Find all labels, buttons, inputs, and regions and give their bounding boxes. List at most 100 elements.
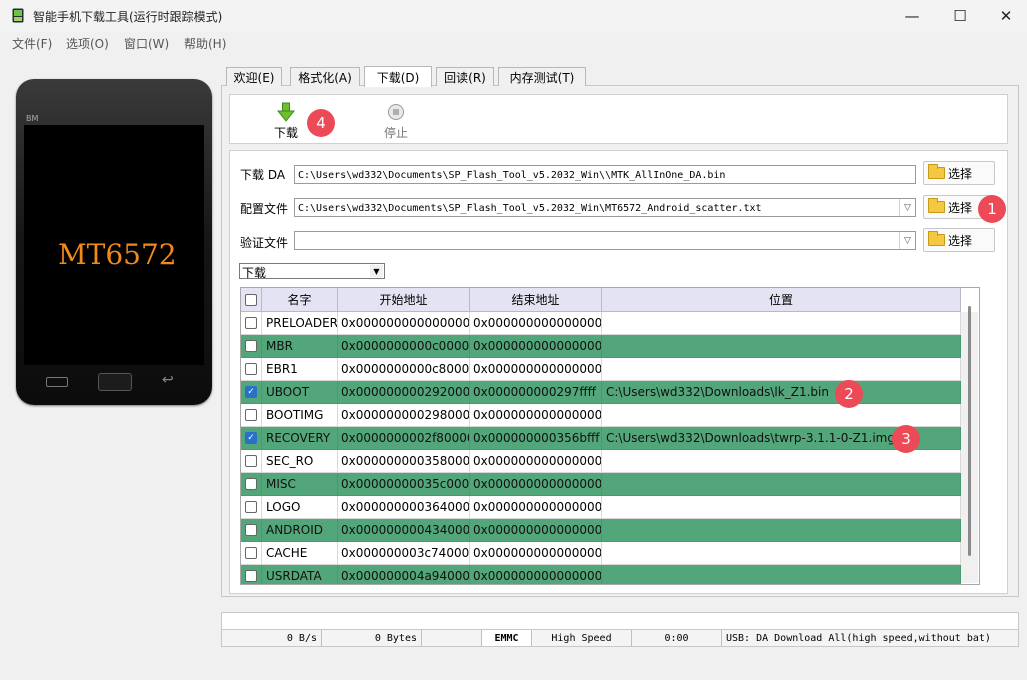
row-checkbox[interactable] [245,570,257,582]
row-checkbox-cell[interactable] [241,358,262,381]
row-checkbox[interactable] [245,340,257,352]
status-bytes: 0 Bytes [322,630,422,646]
download-arrow-icon [276,102,296,125]
cell-end: 0x0000000000000000 [470,519,602,542]
cell-start: 0x000000003c740000 [338,542,470,565]
table-row[interactable]: SEC_RO 0x0000000003580000 0x00000000000000… [241,450,961,473]
cell-location [602,358,961,381]
row-checkbox[interactable] [245,524,257,536]
auth-path-combo[interactable] [294,231,916,250]
title-bar: 智能手机下载工具(运行时跟踪模式) — ☐ ✕ [0,0,1027,32]
header-start-address[interactable]: 开始地址 [338,288,470,312]
cell-location [602,519,961,542]
header-select-all[interactable] [241,288,262,312]
close-button[interactable]: ✕ [983,0,1027,32]
choose-scatter-label: 选择 [948,200,973,215]
tab-format[interactable]: 格式化(A) [290,67,360,86]
row-checkbox[interactable] [245,501,257,513]
choose-da-label: 选择 [948,166,973,181]
row-checkbox[interactable] [245,409,257,421]
row-checkbox-cell[interactable] [241,496,262,519]
phone-brand: BM [26,114,39,123]
cell-name: ANDROID [262,519,338,542]
header-end-address[interactable]: 结束地址 [470,288,602,312]
cell-location [602,473,961,496]
table-row[interactable]: ✓ RECOVERY 0x0000000002f80000 0x00000000035… [241,427,961,450]
row-checkbox[interactable] [245,478,257,490]
table-row[interactable]: EBR1 0x0000000000c80000 0x0000000000000000 [241,358,961,381]
cell-end: 0x0000000000000000 [470,404,602,427]
scatter-path-combo[interactable]: C:\Users\wd332\Documents\SP_Flash_Tool_v… [294,198,916,217]
cell-start: 0x000000004a940000 [338,565,470,584]
menu-window[interactable]: 窗口(W) [124,35,169,52]
header-name[interactable]: 名字 [262,288,338,312]
table-row[interactable]: BOOTIMG 0x0000000002980000 0x0000000000000… [241,404,961,427]
stop-button[interactable]: 停止 [378,100,414,140]
download-button[interactable]: 下载 [268,100,304,140]
cell-start: 0x0000000000c80000 [338,358,470,381]
app-icon [12,8,24,23]
cell-name: MBR [262,335,338,358]
row-checkbox-cell[interactable]: ✓ [241,381,262,404]
table-body: PRELOADER 0x0000000000000000 0x00000000000… [241,312,961,584]
table-row[interactable]: MBR 0x0000000000c00000 0x0000000000000000 [241,335,961,358]
row-checkbox[interactable] [245,363,257,375]
cell-end: 0x0000000000000000 [470,450,602,473]
row-checkbox-cell[interactable] [241,565,262,584]
da-path-field[interactable]: C:\Users\wd332\Documents\SP_Flash_Tool_v… [294,165,916,184]
window-title: 智能手机下载工具(运行时跟踪模式) [33,10,223,24]
choose-auth-button[interactable]: 选择 [923,228,995,252]
tab-readback[interactable]: 回读(R) [436,67,494,86]
menu-file[interactable]: 文件(F) [12,35,52,52]
row-checkbox[interactable] [245,547,257,559]
cell-start: 0x0000000002f80000 [338,427,470,450]
row-checkbox-cell[interactable] [241,542,262,565]
scatter-dropdown-icon[interactable]: ▽ [899,199,915,216]
stop-label: 停止 [384,126,409,140]
cell-end: 0x0000000000000000 [470,496,602,519]
row-checkbox-cell[interactable] [241,335,262,358]
table-row[interactable]: LOGO 0x0000000003640000 0x0000000000000000 [241,496,961,519]
cell-location [602,450,961,473]
row-checkbox-cell[interactable] [241,519,262,542]
auth-dropdown-icon[interactable]: ▽ [899,232,915,249]
row-checkbox[interactable]: ✓ [245,432,257,444]
choose-da-button[interactable]: 选择 [923,161,995,185]
tab-memory-test[interactable]: 内存测试(T) [498,67,586,86]
row-checkbox[interactable] [245,317,257,329]
scrollbar-thumb[interactable] [968,306,971,556]
table-row[interactable]: MISC 0x00000000035c0000 0x0000000000000000 [241,473,961,496]
table-row[interactable]: USRDATA 0x000000004a940000 0x0000000000000… [241,565,961,584]
minimize-button[interactable]: — [889,0,935,32]
table-row[interactable]: CACHE 0x000000003c740000 0x000000000000000… [241,542,961,565]
row-checkbox[interactable] [245,455,257,467]
choose-auth-label: 选择 [948,233,973,248]
maximize-button[interactable]: ☐ [937,0,983,32]
cell-name: RECOVERY [262,427,338,450]
menu-options[interactable]: 选项(O) [66,35,109,52]
table-row[interactable]: PRELOADER 0x0000000000000000 0x00000000000… [241,312,961,335]
table-row[interactable]: ANDROID 0x0000000004340000 0x0000000000000… [241,519,961,542]
annotation-badge-3: 3 [892,425,920,453]
cell-name: BOOTIMG [262,404,338,427]
cell-end: 0x0000000000000000 [470,358,602,381]
tab-welcome[interactable]: 欢迎(E) [226,67,282,86]
cell-start: 0x0000000000000000 [338,312,470,335]
status-usb: USB: DA Download All(high speed,without … [726,632,991,644]
row-checkbox[interactable]: ✓ [245,386,257,398]
row-checkbox-cell[interactable]: ✓ [241,427,262,450]
status-time: 0:00 [632,630,722,646]
mode-select-value: 下载 [242,266,267,280]
row-checkbox-cell[interactable] [241,473,262,496]
tab-download[interactable]: 下载(D) [364,66,432,87]
row-checkbox-cell[interactable] [241,404,262,427]
row-checkbox-cell[interactable] [241,312,262,335]
header-location[interactable]: 位置 [602,288,961,312]
select-all-checkbox[interactable] [245,293,257,306]
cell-location [602,312,961,335]
menu-help[interactable]: 帮助(H) [184,35,226,52]
mode-select[interactable]: 下载 ▼ [239,263,385,280]
progress-bar [221,612,1019,630]
cell-end: 0x000000000356bfff [470,427,602,450]
row-checkbox-cell[interactable] [241,450,262,473]
